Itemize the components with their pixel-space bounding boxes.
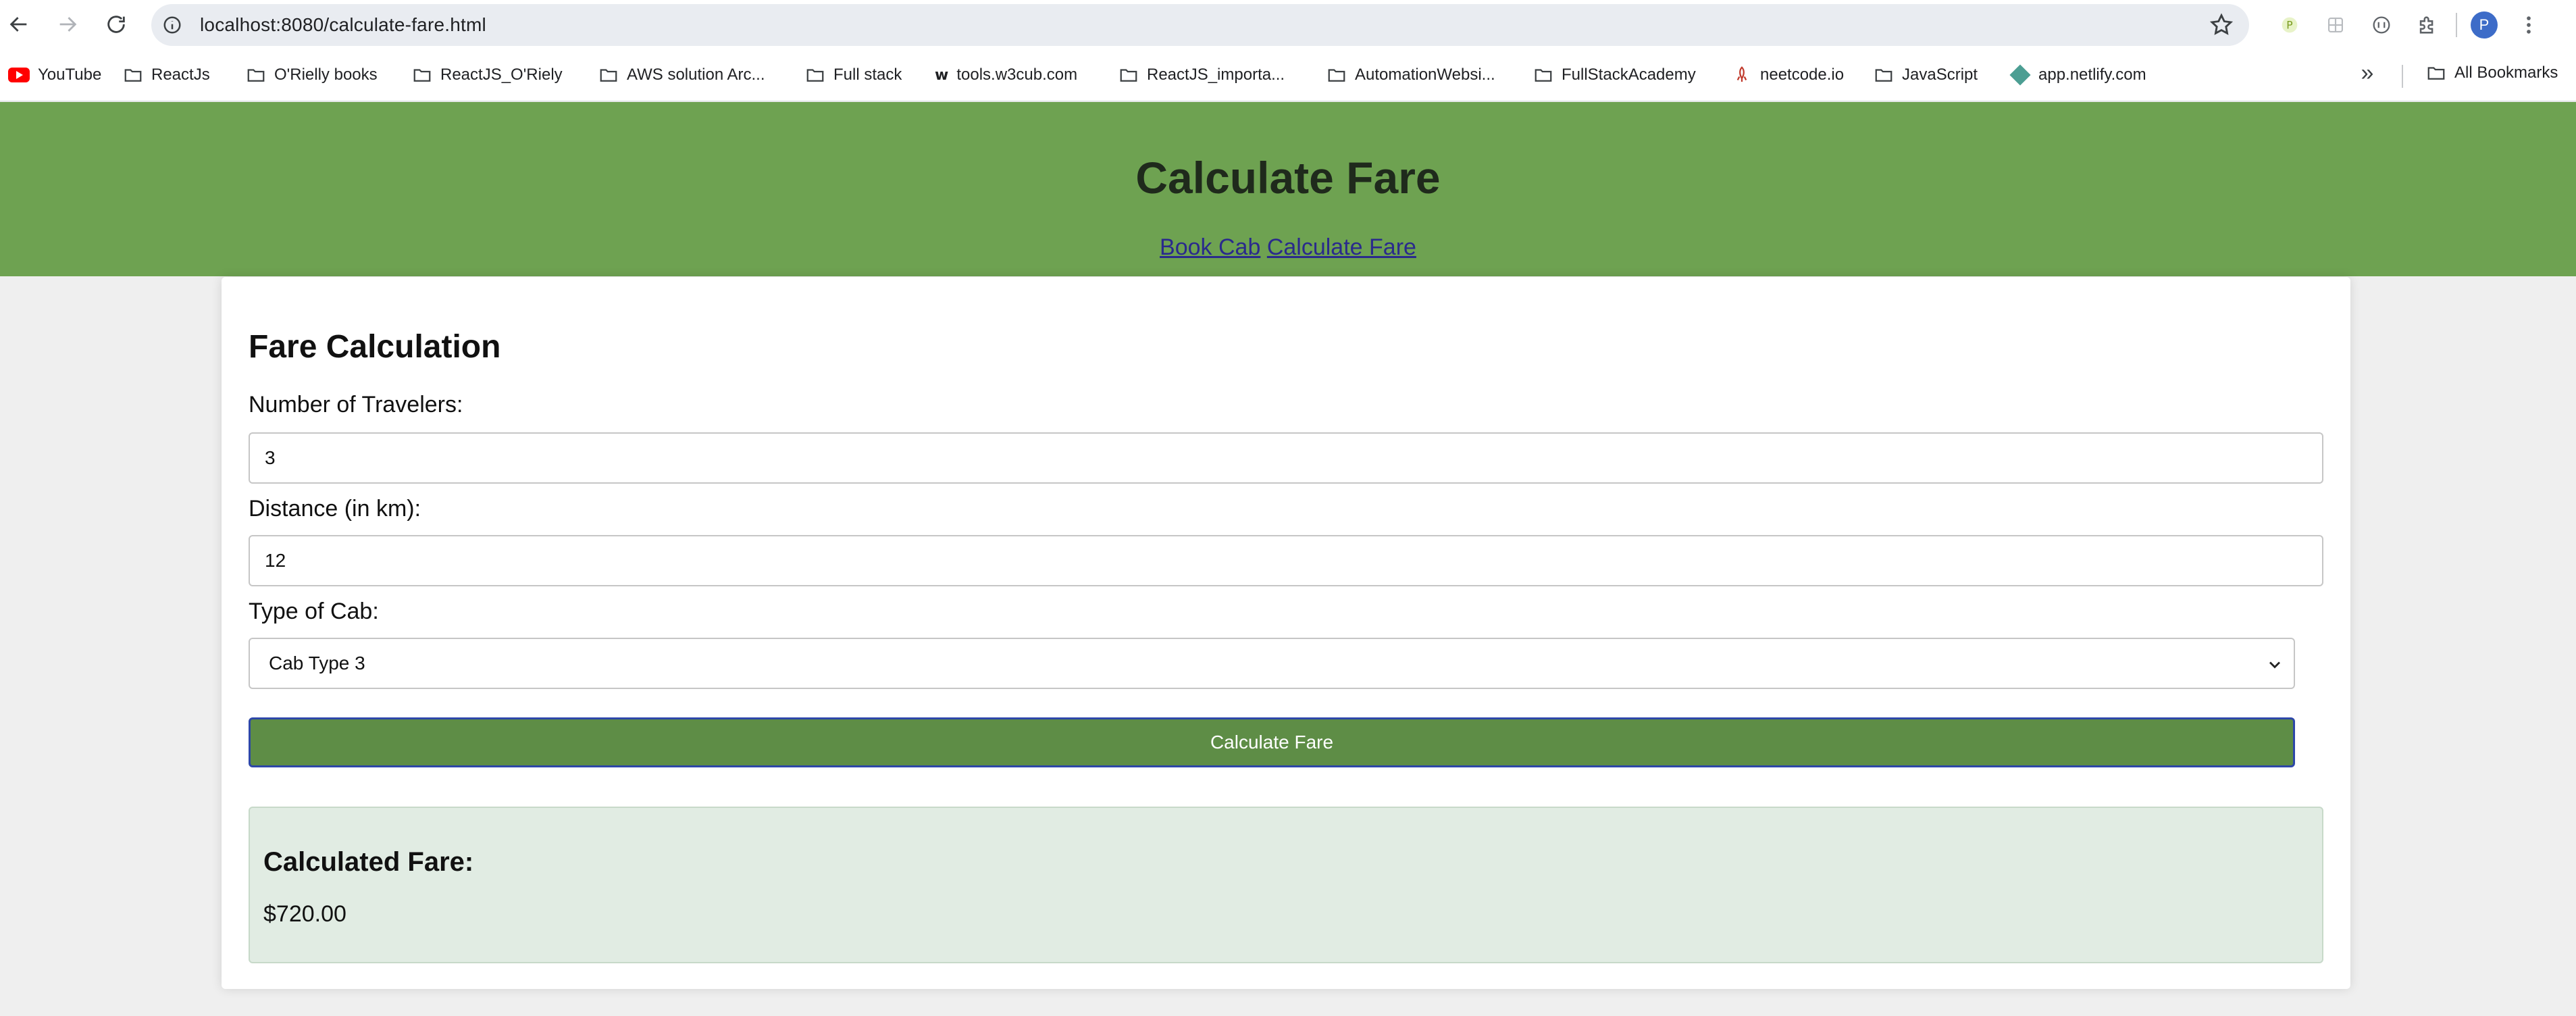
nav-link-calculate-fare[interactable]: Calculate Fare [1267, 234, 1416, 260]
bookmark-folder-reactjs[interactable]: ReactJs [118, 56, 220, 94]
folder-icon [413, 69, 431, 82]
bookmark-label: AutomationWebsi... [1355, 66, 1495, 84]
folder-icon [600, 69, 617, 82]
bookmark-label: neetcode.io [1760, 66, 1845, 84]
bookmark-folder-full-stack[interactable]: Full stack [800, 56, 911, 94]
bookmark-folder-reactjs-important[interactable]: ReactJS_importa... [1113, 56, 1294, 94]
travelers-label: Number of Travelers: [249, 392, 463, 417]
bookmark-label: Full stack [833, 66, 902, 84]
bookmark-w3cub[interactable]: w tools.w3cub.com [929, 56, 1087, 94]
svg-text:P: P [2286, 20, 2292, 32]
bookmarks-divider [2402, 65, 2403, 88]
bookmark-label: app.netlify.com [2038, 66, 2146, 84]
distance-label: Distance (in km): [249, 496, 421, 522]
bookmarks-bar: YouTube ReactJs O'Rielly books ReactJS_O… [0, 49, 2576, 101]
bookmark-folder-orielly-books[interactable]: O'Rielly books [240, 56, 387, 94]
reload-icon [107, 16, 125, 33]
result-heading: Calculated Fare: [263, 847, 474, 877]
url-text[interactable]: localhost:8080/calculate-fare.html [200, 14, 486, 36]
folder-icon [247, 69, 265, 82]
bookmark-netlify[interactable]: app.netlify.com [2007, 56, 2156, 94]
bookmark-label: ReactJs [151, 66, 210, 84]
bookmark-youtube[interactable]: YouTube [3, 56, 111, 94]
chevron-down-icon [2269, 661, 2280, 669]
travelers-input[interactable] [249, 432, 2323, 484]
calculate-fare-button[interactable]: Calculate Fare [249, 717, 2295, 767]
distance-input[interactable] [249, 535, 2323, 586]
page-header: Calculate Fare Book Cab Calculate Fare [0, 102, 2576, 276]
folder-icon [124, 69, 142, 82]
page-title: Calculate Fare [1135, 153, 1441, 203]
menu-kebab-icon[interactable] [2510, 6, 2548, 44]
form-heading: Fare Calculation [249, 329, 501, 365]
fare-amount: $720.00 [263, 901, 346, 927]
bookmark-label: ReactJS_O'Riely [440, 66, 563, 84]
bookmark-folder-javascript[interactable]: JavaScript [1868, 56, 1987, 94]
bookmark-folder-aws[interactable]: AWS solution Arc... [593, 56, 775, 94]
bookmark-label: YouTube [38, 66, 102, 84]
cab-type-selected-value: Cab Type 3 [269, 653, 365, 674]
folder-icon [1875, 69, 1892, 82]
more-bookmarks-button[interactable]: » [2350, 54, 2384, 92]
site-info-icon[interactable] [151, 4, 193, 46]
bookmark-label: All Bookmarks [2454, 63, 2558, 82]
youtube-icon [8, 68, 30, 82]
bookmark-neetcode[interactable]: neetcode.io [1726, 56, 1853, 94]
bookmark-star-icon[interactable] [2209, 12, 2234, 38]
fare-calculation-card: Fare Calculation Number of Travelers: Di… [222, 277, 2350, 989]
bookmark-label: FullStackAcademy [1562, 66, 1696, 84]
arrow-left-icon [9, 17, 27, 32]
folder-icon [1120, 69, 1137, 82]
nav-link-book-cab[interactable]: Book Cab [1160, 234, 1260, 260]
extensions-puzzle-icon[interactable] [2408, 6, 2446, 44]
all-bookmarks-button[interactable]: All Bookmarks [2421, 54, 2567, 92]
forward-button[interactable] [49, 5, 86, 43]
bookmark-label: AWS solution Arc... [627, 66, 765, 84]
toolbar-divider [2456, 13, 2457, 37]
back-button[interactable] [0, 5, 38, 43]
folder-icon [1535, 69, 1552, 82]
browser-toolbar: localhost:8080/calculate-fare.html P P [0, 0, 2576, 49]
bookmark-label: O'Rielly books [274, 66, 378, 84]
folder-icon [1328, 69, 1345, 82]
cab-type-select[interactable]: Cab Type 3 [249, 638, 2295, 689]
w3cub-icon: w [935, 66, 949, 84]
reload-button[interactable] [97, 5, 135, 43]
extensions-area: P P [2263, 4, 2548, 46]
extension-p-icon[interactable]: P [2271, 6, 2309, 44]
bookmark-label: tools.w3cub.com [956, 66, 1078, 84]
folder-icon [2427, 67, 2445, 80]
bookmark-label: JavaScript [1902, 66, 1978, 84]
bookmark-folder-reactjs-oriely[interactable]: ReactJS_O'Riely [407, 56, 572, 94]
bookmark-label: ReactJS_importa... [1147, 66, 1285, 84]
cab-type-label: Type of Cab: [249, 599, 379, 624]
folder-icon [806, 69, 824, 82]
bookmark-folder-automation[interactable]: AutomationWebsi... [1321, 56, 1505, 94]
rocket-icon [1736, 66, 1747, 82]
main-nav: Book Cab Calculate Fare [0, 234, 2576, 261]
profile-avatar[interactable]: P [2471, 11, 2498, 39]
extension-box-icon[interactable] [2317, 6, 2354, 44]
address-bar[interactable]: localhost:8080/calculate-fare.html [151, 4, 2249, 46]
bookmark-folder-fullstackacademy[interactable]: FullStackAcademy [1528, 56, 1705, 94]
result-panel: Calculated Fare: $720.00 [249, 807, 2323, 963]
netlify-icon [2009, 64, 2031, 86]
extension-circle-icon[interactable] [2363, 6, 2400, 44]
arrow-right-icon [59, 17, 77, 32]
